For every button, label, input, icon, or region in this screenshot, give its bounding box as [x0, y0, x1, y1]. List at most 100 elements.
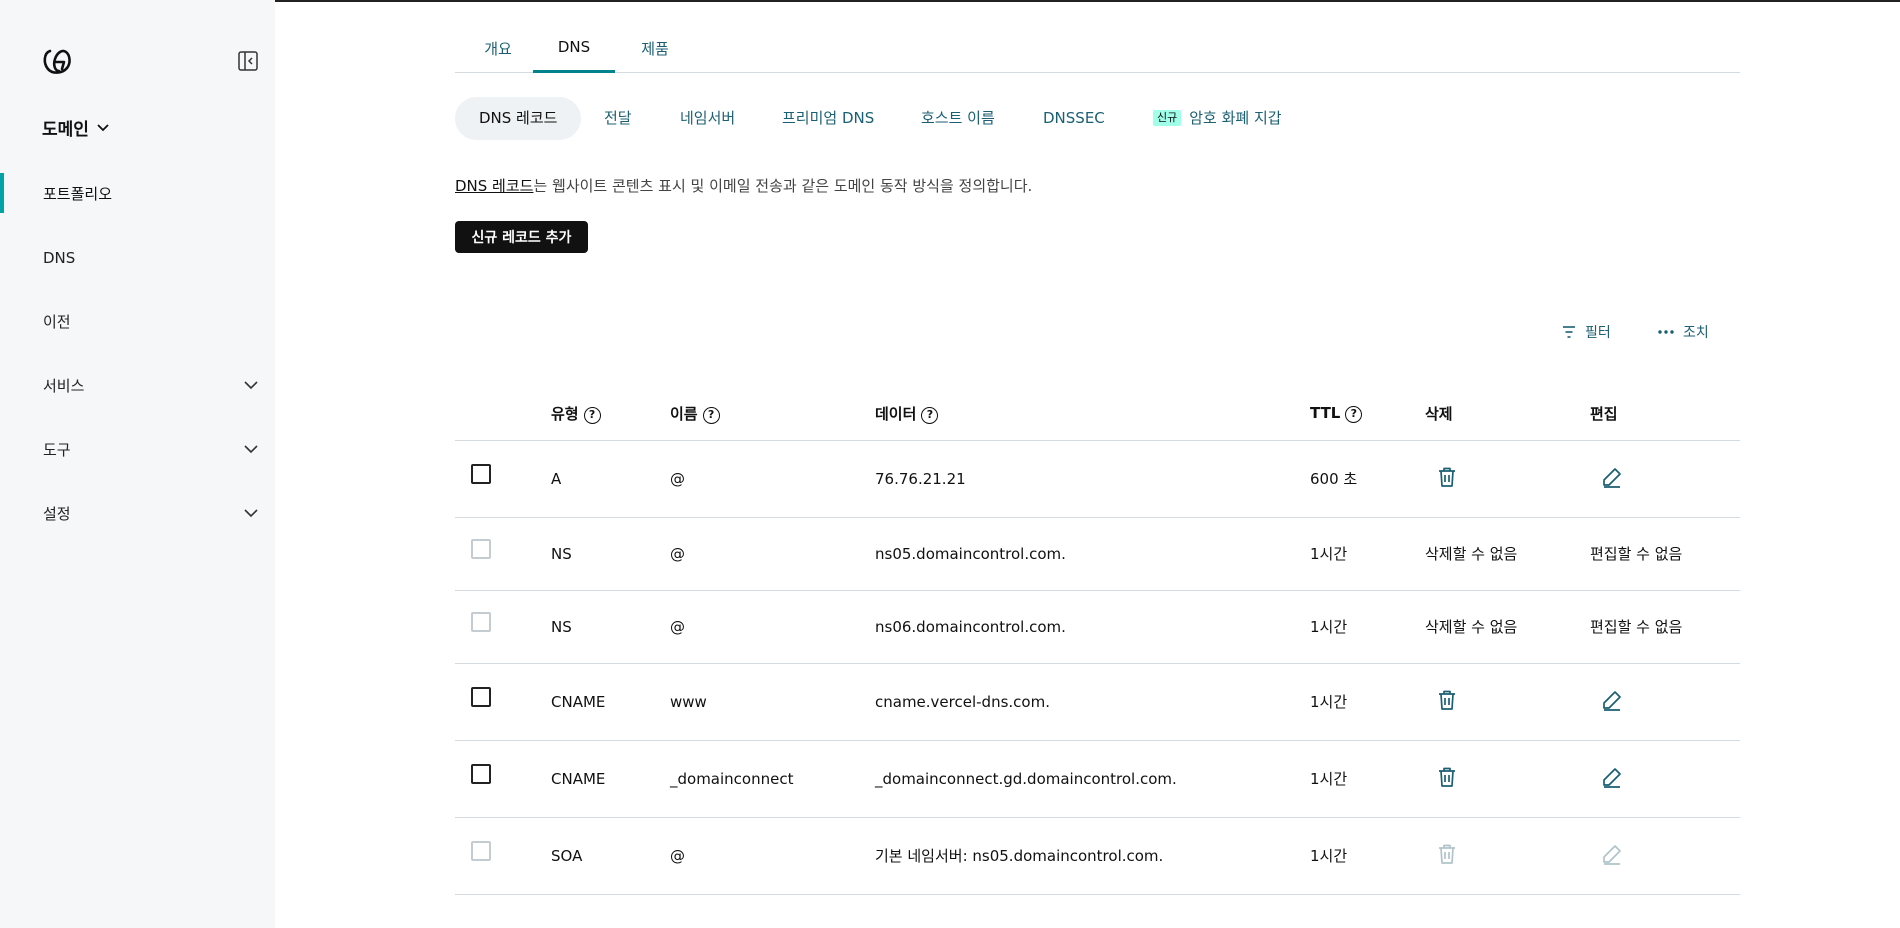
- cell-ttl: 1시간: [1310, 740, 1425, 818]
- subtab-premium-dns[interactable]: 프리미엄 DNS: [782, 97, 874, 140]
- subtab-dnssec[interactable]: DNSSEC: [1043, 97, 1105, 140]
- row-select-cell: [455, 590, 551, 664]
- row-select-cell: [455, 440, 551, 518]
- tab-label: DNS: [557, 38, 591, 56]
- header-label: 데이터: [875, 405, 917, 424]
- chevron-down-icon: [244, 509, 258, 518]
- pencil-icon[interactable]: [1600, 688, 1624, 712]
- table-row: CNAME www cname.vercel-dns.com. 1시간: [455, 663, 1740, 741]
- cell-ttl: 1시간: [1310, 517, 1425, 591]
- actions-label: 조치: [1683, 325, 1709, 341]
- cell-edit: 편집할 수 없음: [1590, 590, 1740, 664]
- cell-type: NS: [551, 517, 670, 591]
- help-icon[interactable]: ?: [702, 407, 720, 425]
- sidebar-item-settings[interactable]: 설정: [0, 493, 275, 533]
- subtab-nameservers[interactable]: 네임서버: [680, 97, 735, 140]
- sidebar-item-label: 포트폴리오: [43, 184, 113, 203]
- sidebar-item-label: 도구: [43, 440, 71, 459]
- subtab-crypto-wallet[interactable]: 신규 암호 화폐 지갑: [1153, 97, 1282, 140]
- trash-icon[interactable]: [1435, 765, 1459, 789]
- filter-button[interactable]: 필터: [1561, 322, 1611, 342]
- row-checkbox: [471, 840, 491, 861]
- header-data: 데이터?: [875, 388, 1310, 441]
- cell-edit: [1590, 740, 1740, 818]
- cell-name: @: [670, 590, 875, 664]
- cell-ttl: 1시간: [1310, 590, 1425, 664]
- table-row: NS @ ns05.domaincontrol.com. 1시간 삭제할 수 없…: [455, 517, 1740, 591]
- row-checkbox[interactable]: [471, 763, 491, 784]
- header-select: [455, 388, 551, 441]
- tab-overview[interactable]: 개요: [480, 38, 516, 73]
- help-icon[interactable]: ?: [583, 407, 601, 425]
- cell-ttl: 1시간: [1310, 817, 1425, 895]
- subtab-label: 전달: [604, 109, 632, 127]
- cell-type: A: [551, 440, 670, 518]
- chevron-down-icon: [244, 445, 258, 454]
- header-ttl: TTL?: [1310, 388, 1425, 441]
- cell-type: NS: [551, 590, 670, 664]
- subtab-label: 암호 화폐 지갑: [1189, 109, 1282, 127]
- add-record-button[interactable]: 신규 레코드 추가: [455, 221, 588, 253]
- filter-icon: [1563, 326, 1575, 338]
- tab-label: 개요: [484, 40, 512, 58]
- row-checkbox[interactable]: [471, 686, 491, 707]
- chevron-down-icon: [97, 123, 109, 131]
- dns-records-link[interactable]: DNS 레코드: [455, 177, 533, 195]
- subtab-dns-records[interactable]: DNS 레코드: [455, 97, 582, 140]
- domain-menu-label: 도메인: [42, 120, 89, 140]
- help-icon[interactable]: ?: [921, 407, 939, 425]
- subtab-label: 프리미엄 DNS: [782, 109, 875, 127]
- cell-edit: 편집할 수 없음: [1590, 517, 1740, 591]
- sidebar-item-services[interactable]: 서비스: [0, 365, 275, 405]
- cell-data: 76.76.21.21: [875, 440, 1310, 518]
- table-row: NS @ ns06.domaincontrol.com. 1시간 삭제할 수 없…: [455, 590, 1740, 664]
- domain-menu[interactable]: 도메인: [42, 115, 111, 140]
- trash-icon[interactable]: [1435, 688, 1459, 712]
- new-badge: 신규: [1153, 110, 1182, 126]
- sidebar: 도메인 포트폴리오 DNS 이전 서비스 도구 설정: [0, 0, 275, 928]
- sidebar-item-label: 이전: [43, 312, 71, 331]
- pencil-icon[interactable]: [1600, 465, 1624, 489]
- top-border: [275, 0, 1900, 2]
- pencil-icon: [1603, 844, 1621, 865]
- cell-data: 기본 네임서버: ns05.domaincontrol.com.: [875, 817, 1310, 895]
- table-header-row: 유형? 이름? 데이터? TTL? 삭제 편집: [455, 388, 1740, 441]
- sidebar-item-tools[interactable]: 도구: [0, 429, 275, 469]
- cell-delete: [1425, 817, 1590, 895]
- godaddy-logo-icon[interactable]: [42, 47, 72, 75]
- pencil-icon[interactable]: [1600, 765, 1624, 789]
- cell-data: _domainconnect.gd.domaincontrol.com.: [875, 740, 1310, 818]
- subtab-forwarding[interactable]: 전달: [604, 97, 632, 140]
- cell-name: www: [670, 663, 875, 741]
- cell-name: _domainconnect: [670, 740, 875, 818]
- table-row: A @ 76.76.21.21 600 초: [455, 440, 1740, 518]
- header-label: 이름: [670, 405, 698, 424]
- actions-button[interactable]: 조치: [1657, 322, 1709, 342]
- trash-icon[interactable]: [1435, 465, 1459, 489]
- more-dots-icon: [1658, 330, 1674, 334]
- row-select-cell: [455, 740, 551, 818]
- sidebar-collapse-icon[interactable]: [238, 51, 258, 71]
- help-icon[interactable]: ?: [1345, 406, 1363, 424]
- table-row: CNAME _domainconnect _domainconnect.gd.d…: [455, 740, 1740, 818]
- cell-data: ns05.domaincontrol.com.: [875, 517, 1310, 591]
- subtab-hostnames[interactable]: 호스트 이름: [921, 97, 995, 140]
- header-type: 유형?: [551, 388, 670, 441]
- header-edit: 편집: [1590, 388, 1740, 441]
- sidebar-item-label: DNS: [43, 249, 76, 267]
- cell-name: @: [670, 440, 875, 518]
- sidebar-item-dns[interactable]: DNS: [0, 238, 275, 278]
- table-row: SOA @ 기본 네임서버: ns05.domaincontrol.com. 1…: [455, 817, 1740, 895]
- cell-type: CNAME: [551, 740, 670, 818]
- cell-ttl: 1시간: [1310, 663, 1425, 741]
- cell-edit: [1590, 440, 1740, 518]
- cell-name: @: [670, 817, 875, 895]
- cell-delete: [1425, 740, 1590, 818]
- sidebar-item-portfolio[interactable]: 포트폴리오: [0, 173, 275, 213]
- tab-dns[interactable]: DNS: [533, 38, 615, 73]
- chevron-down-icon: [244, 381, 258, 390]
- sidebar-item-transfer[interactable]: 이전: [0, 301, 275, 341]
- header-label: 유형: [551, 405, 579, 424]
- row-checkbox[interactable]: [471, 463, 491, 484]
- tab-products[interactable]: 제품: [637, 38, 673, 73]
